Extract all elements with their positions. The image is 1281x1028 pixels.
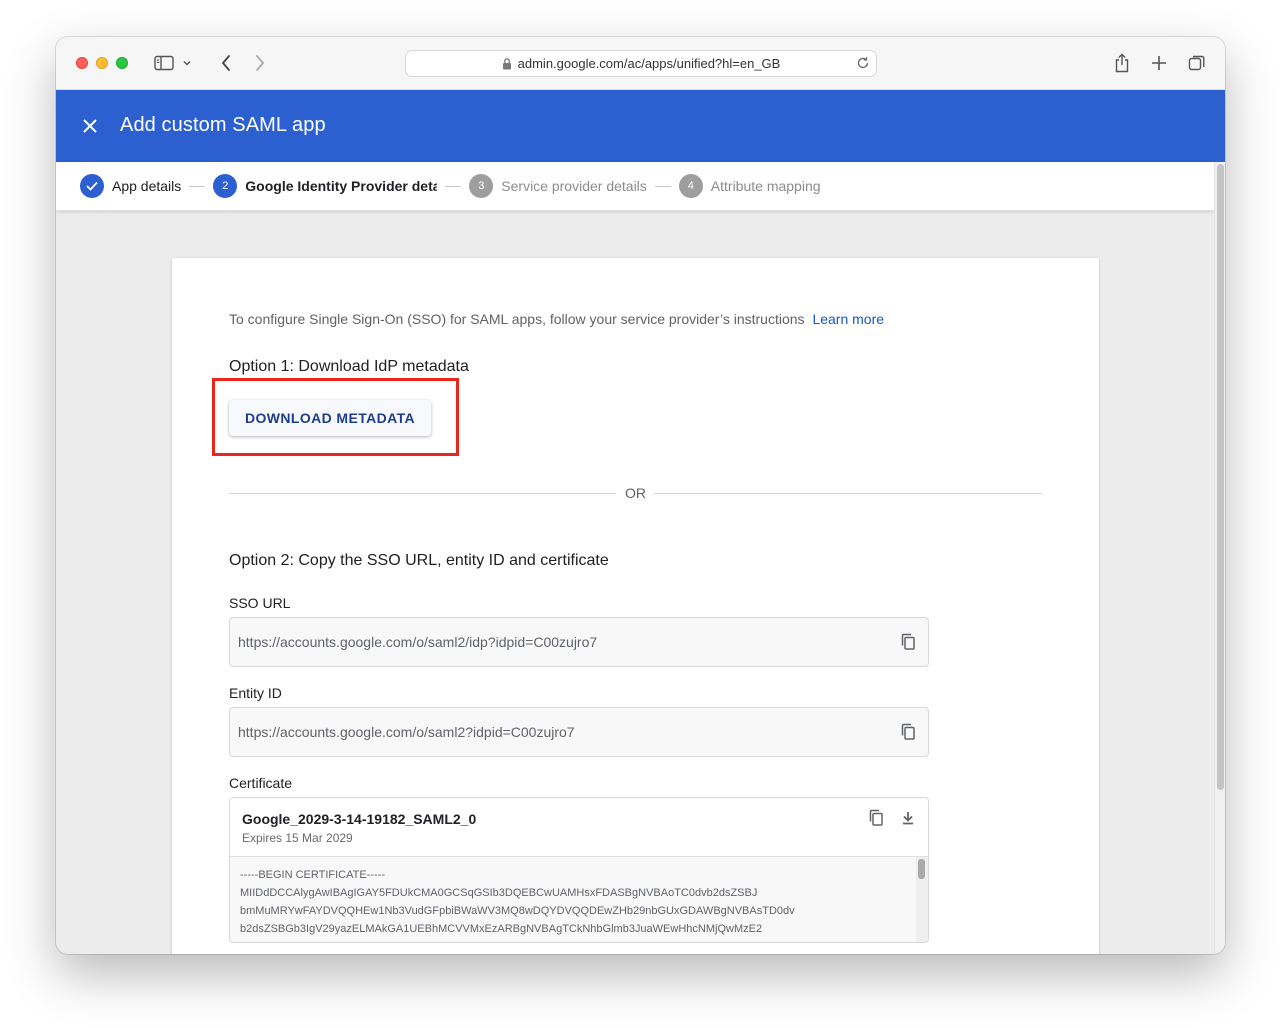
address-bar[interactable]: admin.google.com/ac/apps/unified?hl=en_G… [405, 50, 877, 77]
close-icon[interactable] [78, 114, 102, 138]
sso-url-value: https://accounts.google.com/o/saml2/idp?… [238, 634, 598, 650]
reload-icon[interactable] [856, 56, 870, 70]
sso-url-label: SSO URL [229, 595, 291, 611]
step-number: 4 [678, 174, 703, 198]
copy-icon[interactable] [898, 632, 918, 652]
zoom-window-button[interactable] [116, 57, 128, 69]
scrollbar-thumb[interactable] [918, 859, 925, 879]
entity-id-label: Entity ID [229, 685, 282, 701]
browser-toolbar: admin.google.com/ac/apps/unified?hl=en_G… [56, 37, 1225, 90]
intro-text-body: To configure Single Sign-On (SSO) for SA… [229, 311, 805, 327]
sso-url-field[interactable]: https://accounts.google.com/o/saml2/idp?… [229, 617, 929, 667]
certificate-label: Certificate [229, 775, 293, 791]
address-url: admin.google.com/ac/apps/unified?hl=en_G… [517, 56, 781, 71]
divider [654, 493, 1042, 494]
tab-overview-icon[interactable] [1185, 51, 1209, 75]
step-label: Service provider details [501, 178, 647, 194]
certificate-name: Google_2029-3-14-19182_SAML2_0 [242, 811, 477, 827]
option2-heading: Option 2: Copy the SSO URL, entity ID an… [229, 552, 609, 569]
entity-id-value: https://accounts.google.com/o/saml2?idpi… [238, 724, 575, 740]
idp-details-card: To configure Single Sign-On (SSO) for SA… [172, 258, 1099, 954]
scrollbar-thumb[interactable] [1217, 164, 1224, 790]
back-icon[interactable] [214, 51, 238, 75]
certificate-line: -----BEGIN CERTIFICATE----- [240, 869, 386, 881]
certificate-line: bmMuMRYwFAYDVQQHEw1Nb3VudGFpbiBWaWV3MQ8w… [240, 905, 795, 917]
browser-window: admin.google.com/ac/apps/unified?hl=en_G… [56, 37, 1225, 954]
certificate-line: MIIDdDCCAlygAwIBAgIGAY5FDUkCMA0GCSqGSIb3… [240, 887, 758, 899]
sidebar-toggle-icon[interactable] [152, 51, 176, 75]
certificate-text[interactable]: -----BEGIN CERTIFICATE----- MIIDdDCCAlyg… [230, 856, 928, 942]
learn-more-link[interactable]: Learn more [812, 311, 884, 327]
share-icon[interactable] [1110, 51, 1134, 75]
option1-heading: Option 1: Download IdP metadata [229, 358, 469, 375]
forward-icon[interactable] [248, 51, 272, 75]
step-number: 2 [213, 174, 238, 198]
chevron-down-icon[interactable] [180, 51, 194, 75]
step-app-details[interactable]: App details [80, 174, 181, 198]
check-icon [80, 174, 104, 198]
step-attribute-mapping[interactable]: 4 Attribute mapping [678, 174, 821, 198]
step-separator [189, 185, 206, 187]
step-separator [445, 185, 462, 187]
step-label: App details [112, 178, 182, 194]
certificate-line: b2dsZSBGb3IgV29yazELMAkGA1UEBhMCVVMxEzAR… [240, 923, 763, 935]
step-number: 3 [469, 174, 494, 198]
stepper: App details 2 Google Identity Provider d… [56, 162, 1214, 211]
intro-text: To configure Single Sign-On (SSO) for SA… [229, 311, 884, 327]
download-metadata-button[interactable]: DOWNLOAD METADATA [229, 400, 431, 436]
or-separator: OR [625, 485, 646, 501]
minimize-window-button[interactable] [96, 57, 108, 69]
page-scrollbar[interactable] [1214, 162, 1225, 954]
step-label: Attribute mapping [710, 178, 821, 194]
copy-icon[interactable] [898, 722, 918, 742]
certificate-scrollbar[interactable] [916, 857, 928, 942]
close-window-button[interactable] [76, 57, 88, 69]
entity-id-field[interactable]: https://accounts.google.com/o/saml2?idpi… [229, 707, 929, 757]
certificate-expiry: Expires 15 Mar 2029 [242, 831, 353, 845]
copy-icon[interactable] [866, 808, 886, 828]
new-tab-icon[interactable] [1147, 51, 1171, 75]
step-idp-details[interactable]: 2 Google Identity Provider details [213, 174, 437, 198]
lock-icon [502, 57, 512, 70]
divider [229, 493, 616, 494]
app-header: Add custom SAML app [56, 90, 1225, 162]
step-service-provider-details[interactable]: 3 Service provider details [469, 174, 647, 198]
page-title: Add custom SAML app [120, 114, 326, 136]
certificate-box: Google_2029-3-14-19182_SAML2_0 Expires 1… [229, 797, 929, 943]
step-label: Google Identity Provider details [245, 178, 438, 194]
step-separator [654, 185, 671, 187]
download-icon[interactable] [898, 808, 918, 828]
